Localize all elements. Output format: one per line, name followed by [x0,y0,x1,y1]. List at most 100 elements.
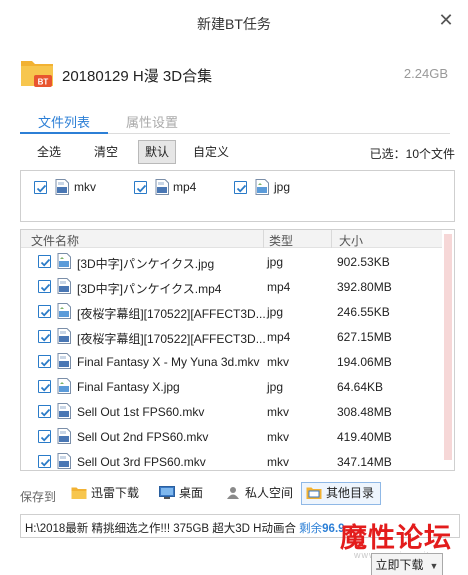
image-file-icon [57,303,71,319]
checkbox-checked[interactable] [234,181,247,194]
checkbox-checked[interactable] [134,181,147,194]
scrollbar-thumb[interactable] [444,234,452,460]
file-name: [3D中字]パンケイクス.jpg [77,257,215,271]
file-type: mkv [267,405,289,419]
save-path-text: H:\2018最新 精挑细选之作!!! 375GB 超大3D H动画合 [25,523,296,535]
table-row[interactable]: Sell Out 1st FPS60.mkv mkv 308.48MB [21,399,443,424]
row-checkbox[interactable] [38,255,51,268]
save-option-label: 迅雷下载 [91,486,140,500]
save-to-label: 保存到 [20,490,57,504]
custom-button[interactable]: 自定义 [186,140,236,164]
file-size: 308.48MB [337,405,392,419]
dropdown-caret-icon[interactable]: ▼ [430,561,439,571]
image-file-icon [57,253,71,269]
close-icon[interactable]: ✕ [436,10,456,30]
table-row[interactable]: [夜桜字幕组][170522][AFFECT3D... jpg 246.55KB [21,299,443,324]
video-file-icon [155,179,169,195]
tab-file-list[interactable]: 文件列表 [38,112,90,131]
video-file-icon [57,403,71,419]
row-checkbox[interactable] [38,405,51,418]
bt-folder-icon: BT [21,61,53,87]
file-type: mp4 [267,280,291,294]
active-tab-indicator [20,132,108,134]
file-type: mp4 [267,330,291,344]
task-header: BT 20180129 H漫 3D合集 2.24GB [20,56,450,92]
file-name: Sell Out 3rd FPS60.mkv [77,455,206,469]
save-private-space-button[interactable]: 私人空间 [220,482,300,505]
table-row[interactable]: [3D中字]パンケイクス.mp4 mp4 392.80MB [21,274,443,299]
video-file-icon [57,328,71,344]
private-space-icon [227,486,239,499]
save-path-line: H:\2018最新 精挑细选之作!!! 375GB 超大3D H动画合 剩余96… [25,520,345,536]
image-file-icon [57,378,71,394]
bt-badge-label: BT [38,78,49,87]
file-list-header: 文件名称 类型 大小 [21,230,443,248]
filter-bar: 全选 清空 默认 自定义 已选：10个文件 [20,139,455,165]
start-download-button[interactable]: 立即下载 ▼ [371,553,443,575]
vertical-scrollbar[interactable] [442,230,454,470]
header-size[interactable]: 大小 [339,232,363,249]
file-name: Sell Out 1st FPS60.mkv [77,405,205,419]
file-name: [夜桜字幕组][170522][AFFECT3D... [77,307,266,321]
video-file-icon [57,453,71,469]
save-desktop-button[interactable]: 桌面 [154,482,210,505]
file-size: 419.40MB [337,430,392,444]
row-checkbox[interactable] [38,380,51,393]
row-checkbox[interactable] [38,455,51,468]
file-name: [3D中字]パンケイクス.mp4 [77,282,222,296]
table-row[interactable]: [3D中字]パンケイクス.jpg jpg 902.53KB [21,249,443,274]
checkbox-checked[interactable] [34,181,47,194]
save-other-directory-button[interactable]: 其他目录 [301,482,382,505]
folder-open-icon [306,487,322,499]
start-download-label: 立即下载 [375,558,424,572]
video-file-icon [57,278,71,294]
select-all-button[interactable]: 全选 [30,140,68,164]
file-size: 64.64KB [337,380,384,394]
file-size: 627.15MB [337,330,392,344]
row-checkbox[interactable] [38,330,51,343]
clear-button[interactable]: 清空 [87,140,125,164]
file-size: 902.53KB [337,255,390,269]
save-option-label: 其他目录 [326,486,375,500]
title-bar: 新建BT任务 ✕ [0,0,468,44]
task-size: 2.24GB [403,66,448,81]
file-size: 347.14MB [337,455,392,469]
table-row[interactable]: Final Fantasy X - My Yuna 3d.mkv mkv 194.0… [21,349,443,374]
file-type: mkv [267,430,289,444]
table-row[interactable]: Sell Out 3rd FPS60.mkv mkv 347.14MB [21,449,443,470]
type-label-mkv: mkv [74,180,96,194]
file-type: jpg [267,305,284,319]
file-type: jpg [267,255,284,269]
save-location-bar: 保存到 迅雷下载 桌面 私人空间 其他目录 [20,482,460,506]
file-name: Sell Out 2nd FPS60.mkv [77,430,209,444]
video-file-icon [55,179,69,195]
column-divider[interactable] [331,230,332,248]
save-option-label: 私人空间 [245,486,294,500]
tab-properties[interactable]: 属性设置 [126,112,178,131]
table-row[interactable]: Sell Out 2nd FPS60.mkv mkv 419.40MB [21,424,443,449]
table-row[interactable]: Final Fantasy X.jpg jpg 64.64KB [21,374,443,399]
file-name: [夜桜字幕组][170522][AFFECT3D... [77,332,266,346]
row-checkbox[interactable] [38,430,51,443]
window-title: 新建BT任务 [197,16,271,32]
file-type: mkv [267,455,289,469]
video-file-icon [57,428,71,444]
row-checkbox[interactable] [38,355,51,368]
column-divider[interactable] [263,230,264,248]
file-size: 392.80MB [337,280,392,294]
row-checkbox[interactable] [38,305,51,318]
folder-icon [71,487,87,499]
header-type[interactable]: 类型 [269,232,293,249]
selected-count: 已选：10个文件 [369,147,455,161]
file-type-filter: mkv mp4 jpg [20,170,455,222]
file-list: 文件名称 类型 大小 [3D中字]パンケイクス.jpg jpg 902.53KB [3… [20,229,455,471]
remaining-space-label: 剩余 [299,523,323,535]
table-row[interactable]: [夜桜字幕组][170522][AFFECT3D... mp4 627.15MB [21,324,443,349]
file-type: mkv [267,355,289,369]
header-name[interactable]: 文件名称 [31,232,79,249]
file-name: Final Fantasy X - My Yuna 3d.mkv [77,355,260,369]
row-checkbox[interactable] [38,280,51,293]
default-button[interactable]: 默认 [138,140,177,164]
desktop-icon [159,485,175,499]
save-thunder-downloads-button[interactable]: 迅雷下载 [66,482,146,505]
